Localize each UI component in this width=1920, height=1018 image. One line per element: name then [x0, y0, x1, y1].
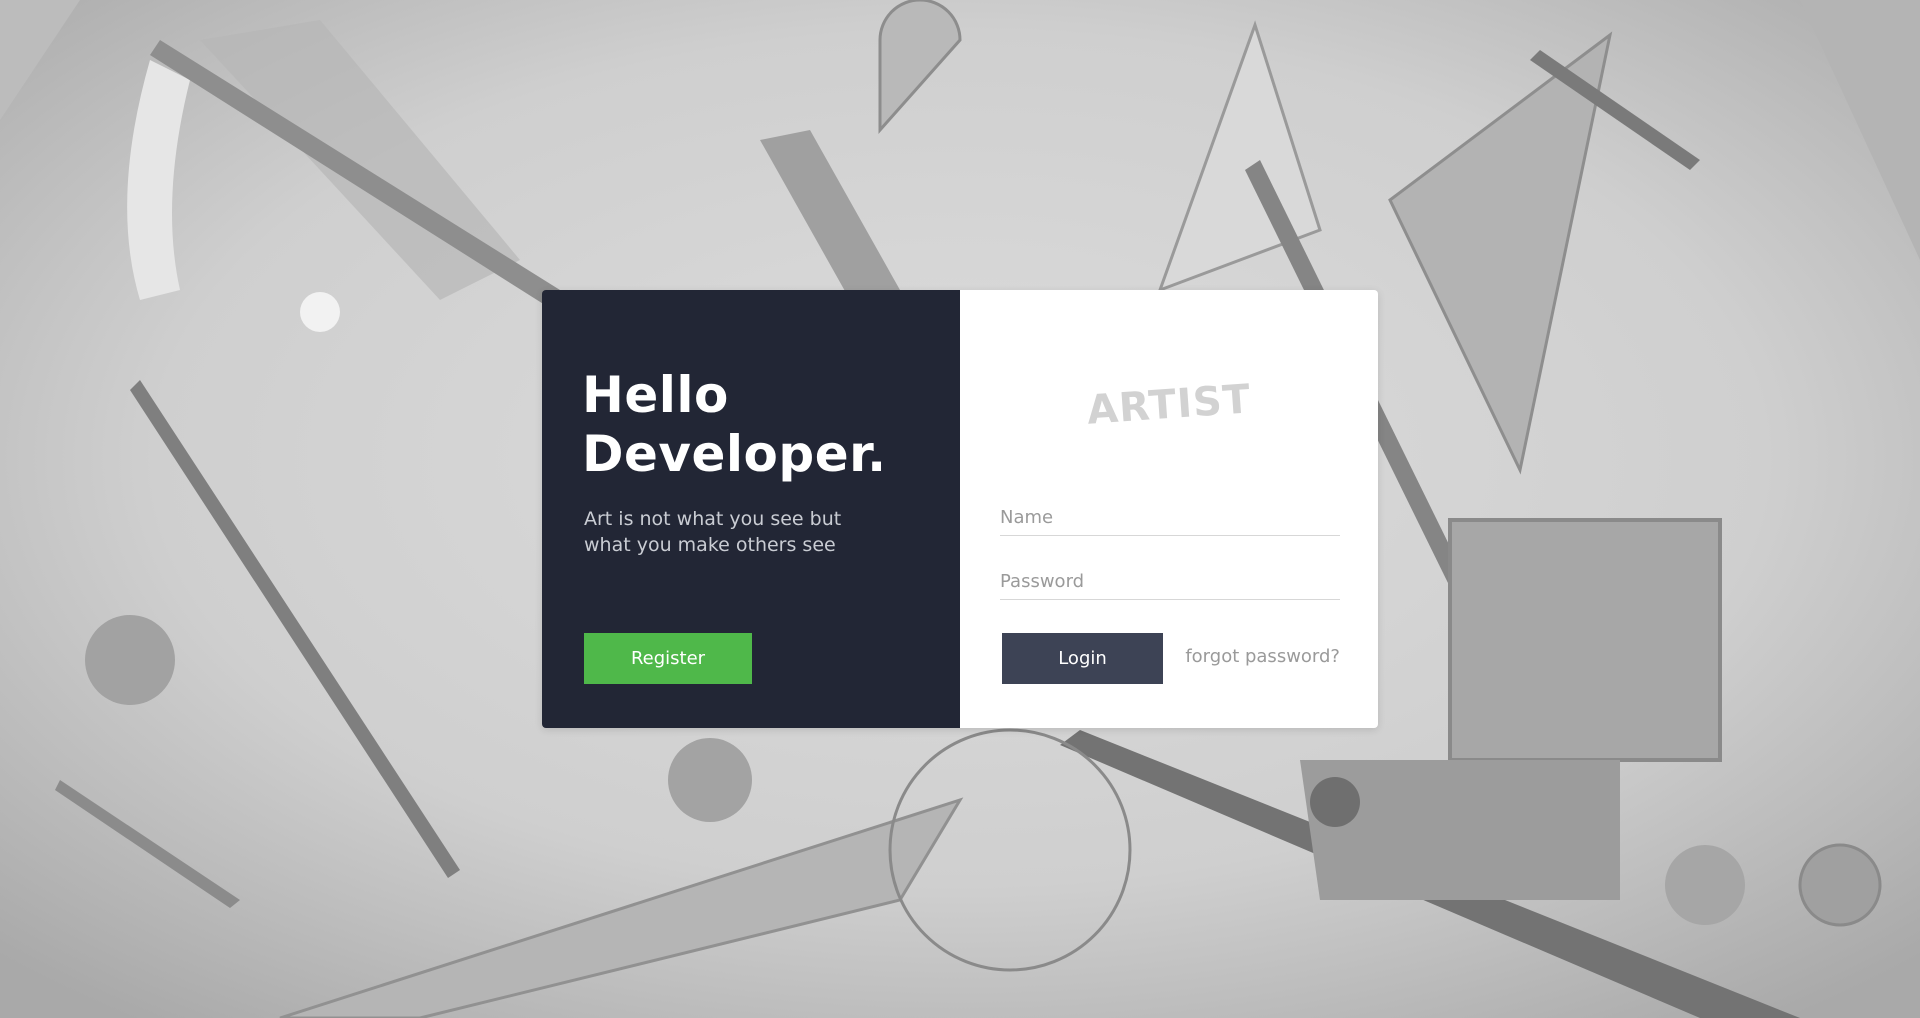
login-form-panel: ARTIST Login forgot password? — [960, 290, 1378, 728]
tagline: Art is not what you see but what you mak… — [584, 508, 842, 556]
welcome-heading: Hello Developer. — [582, 366, 887, 484]
welcome-heading-line2: Developer. — [582, 425, 887, 483]
name-input[interactable] — [1000, 499, 1340, 536]
login-button[interactable]: Login — [1002, 633, 1163, 684]
artist-logo: ARTIST — [1085, 376, 1253, 434]
welcome-heading-line1: Hello — [582, 366, 729, 424]
welcome-panel: Hello Developer. Art is not what you see… — [542, 290, 960, 728]
password-input[interactable] — [1000, 563, 1340, 600]
register-button[interactable]: Register — [584, 633, 752, 684]
login-card: Hello Developer. Art is not what you see… — [542, 290, 1378, 728]
forgot-password-link[interactable]: forgot password? — [1185, 646, 1340, 667]
